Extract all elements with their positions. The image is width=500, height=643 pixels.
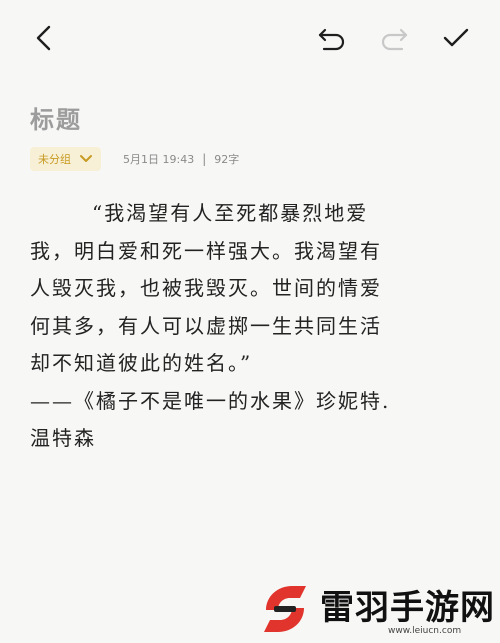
note-body-line: ——《橘子不是唯一的水果》珍妮特. bbox=[30, 388, 391, 413]
undo-icon bbox=[318, 28, 345, 51]
group-label: 未分组 bbox=[38, 153, 71, 166]
top-toolbar bbox=[0, 0, 500, 80]
note-title-input[interactable]: 标题 bbox=[30, 100, 470, 135]
meta-separator: | bbox=[202, 152, 207, 166]
site-url: www.leiucn.com bbox=[388, 626, 462, 636]
chevron-down-icon bbox=[79, 154, 93, 164]
note-body-editor[interactable]: “我渴望有人至死都暴烈地爱 我，明白爱和死一样强大。我渴望有 人毁灭我，也被我毁… bbox=[30, 195, 475, 458]
site-logo-icon bbox=[264, 586, 306, 632]
chevron-left-icon bbox=[36, 25, 51, 51]
undo-button[interactable] bbox=[316, 22, 348, 54]
note-body-line: 我，明白爱和死一样强大。我渴望有 bbox=[30, 238, 382, 263]
check-icon bbox=[443, 28, 469, 47]
redo-button[interactable] bbox=[378, 22, 410, 54]
char-count: 92字 bbox=[214, 153, 240, 166]
group-selector[interactable]: 未分组 bbox=[30, 147, 101, 171]
note-body-line: 温特森 bbox=[30, 426, 96, 450]
done-button[interactable] bbox=[440, 22, 472, 54]
site-watermark: 雷羽手游网 www.leiucn.com bbox=[250, 574, 500, 643]
note-body-line: 却不知道彼此的姓名。” bbox=[30, 351, 253, 375]
redo-icon bbox=[381, 28, 408, 51]
note-body-line: 人毁灭我，也被我毁灭。世间的情爱 bbox=[30, 276, 382, 300]
back-button[interactable] bbox=[28, 22, 60, 54]
note-body-line: “我渴望有人至死都暴烈地爱 bbox=[92, 201, 369, 225]
note-meta-row: 未分组 5月1日 19:43 | 92字 bbox=[30, 146, 239, 172]
site-name: 雷羽手游网 bbox=[320, 588, 495, 628]
note-date: 5月1日 19:43 bbox=[123, 153, 195, 166]
note-body-line: 何其多，有人可以虚掷一生共同生活 bbox=[30, 313, 382, 338]
title-area: 标题 bbox=[30, 100, 470, 135]
